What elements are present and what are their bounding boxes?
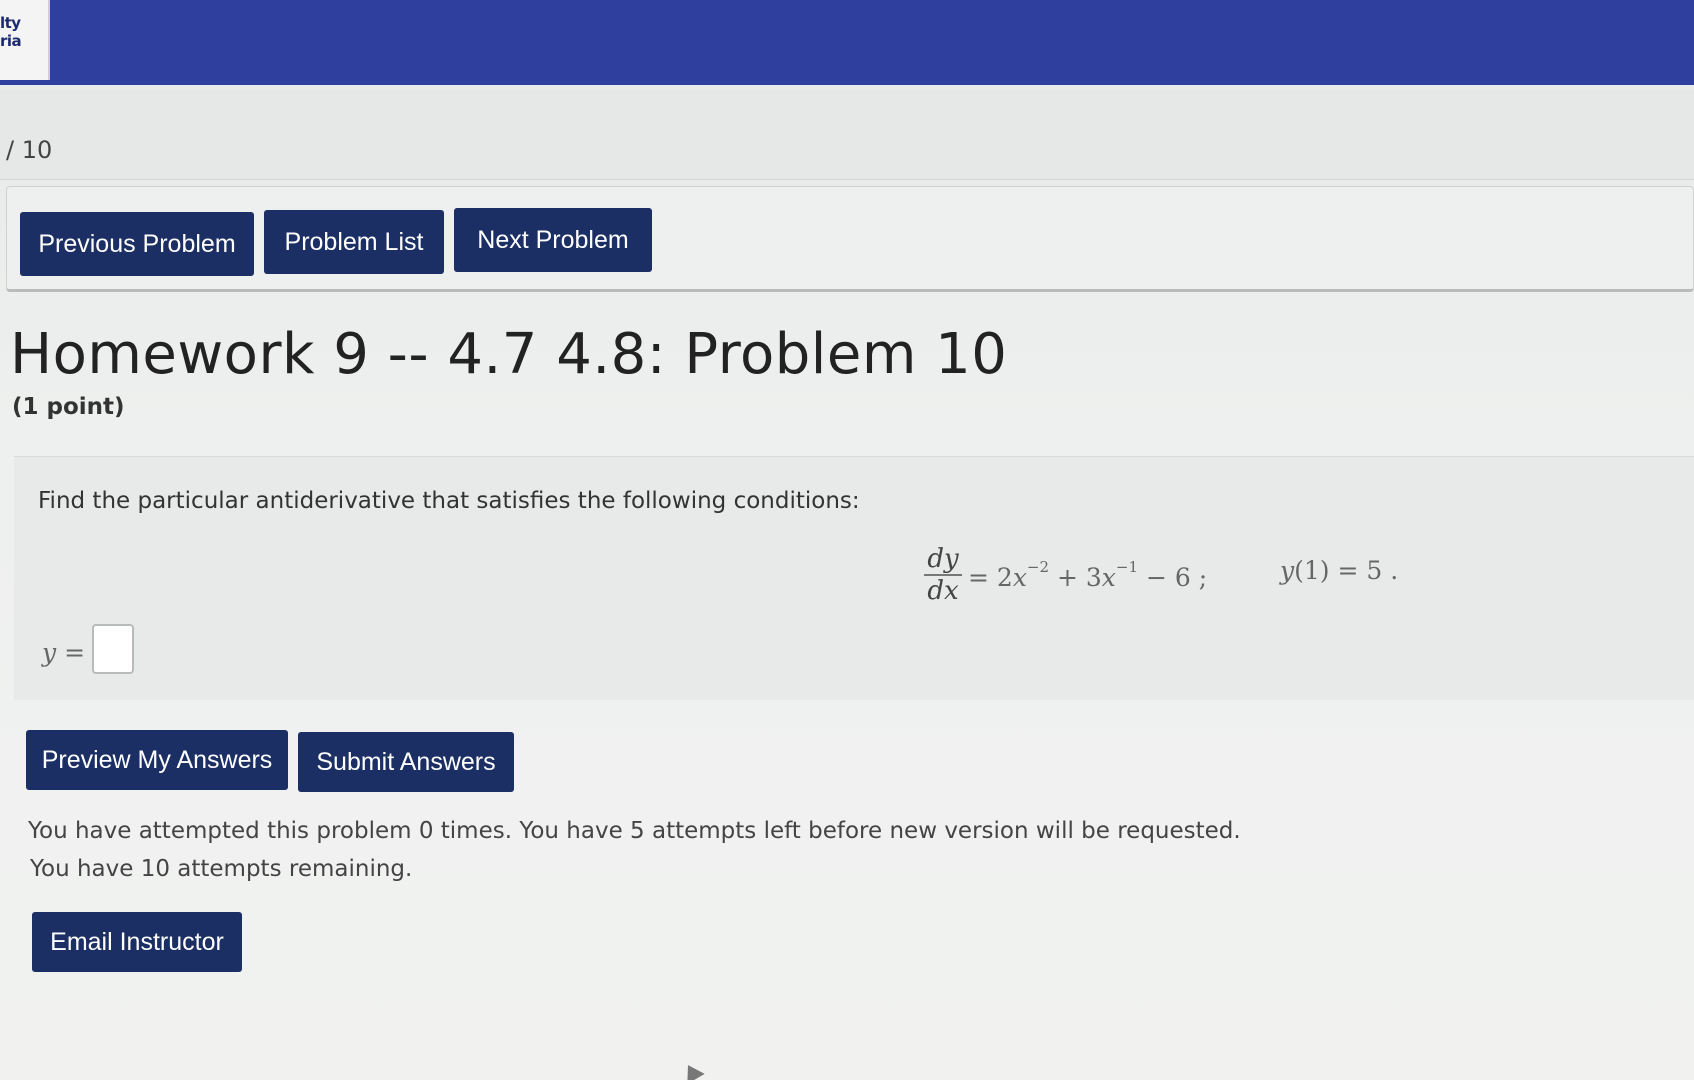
attempts-remaining: You have 10 attempts remaining. <box>30 856 413 882</box>
problem-points: (1 point) <box>12 394 125 420</box>
problem-counter: / 10 <box>6 136 53 164</box>
rhs-var1: x <box>1012 563 1027 592</box>
rhs-var2: x <box>1101 563 1116 592</box>
logo-text-line1: lty <box>0 14 21 32</box>
email-instructor-button[interactable]: Email Instructor <box>32 912 242 972</box>
logo-text-line2: ria <box>0 32 22 50</box>
top-header-bar <box>0 0 1694 85</box>
condition-arg: (1) = 5 . <box>1294 556 1399 585</box>
rhs-exp1: −2 <box>1026 558 1050 576</box>
fraction-numerator: dy <box>927 544 959 574</box>
answer-label: y = <box>42 638 85 667</box>
attempts-message: You have attempted this problem 0 times.… <box>28 818 1241 844</box>
submit-answers-button[interactable]: Submit Answers <box>298 732 514 792</box>
problem-instruction: Find the particular antiderivative that … <box>38 488 860 514</box>
rhs-tail: − 6 ; <box>1138 563 1208 592</box>
fraction-denominator: dx <box>927 576 959 606</box>
equation-right-side: = 2x−2 + 3x−1 − 6 ; <box>968 558 1207 592</box>
page-title: Homework 9 -- 4.7 4.8: Problem 10 <box>10 322 1008 387</box>
derivative-fraction: dy dx <box>924 544 962 606</box>
next-problem-button[interactable]: Next Problem <box>454 208 652 272</box>
site-logo[interactable]: lty ria <box>0 0 50 80</box>
previous-problem-button[interactable]: Previous Problem <box>20 212 254 276</box>
initial-condition: y(1) = 5 . <box>1280 556 1398 585</box>
problem-list-button[interactable]: Problem List <box>264 210 444 274</box>
condition-fn: y <box>1280 556 1295 585</box>
answer-label-eq: = <box>56 638 86 667</box>
mouse-cursor-icon <box>679 1060 705 1080</box>
differential-equation: dy dx = 2x−2 + 3x−1 − 6 ; <box>924 540 1207 610</box>
webwork-page: lty ria / 10 Previous Problem Problem Li… <box>0 0 1694 1080</box>
rhs-exp2: −1 <box>1115 558 1139 576</box>
rhs-prefix: = 2 <box>968 563 1013 592</box>
answer-label-var: y <box>42 638 57 667</box>
answer-input[interactable] <box>92 624 134 674</box>
preview-answers-button[interactable]: Preview My Answers <box>26 730 288 790</box>
problem-nav-panel <box>6 186 1694 292</box>
problem-counter-strip <box>0 90 1694 180</box>
rhs-mid: + 3 <box>1049 563 1102 592</box>
